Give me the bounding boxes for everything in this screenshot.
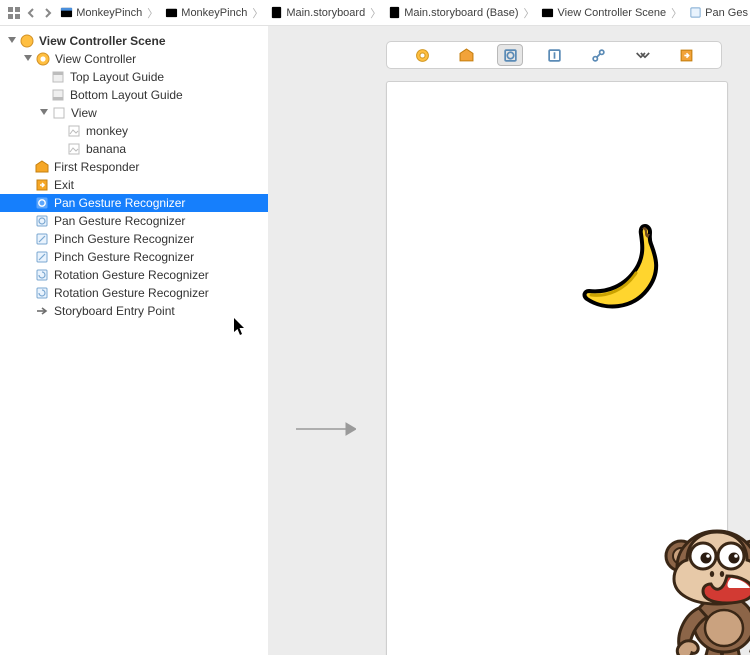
row-label: Rotation Gesture Recognizer [54, 266, 209, 284]
disclosure-triangle-icon[interactable] [38, 107, 50, 119]
disclosure-triangle-icon[interactable] [6, 35, 18, 47]
toolbar-tap-recognizer-icon[interactable] [541, 44, 567, 66]
pinch-recognizer-row[interactable]: Pinch Gesture Recognizer [0, 248, 268, 266]
pan-recognizer-icon [34, 195, 50, 211]
toolbar-view-controller-icon[interactable] [409, 44, 435, 66]
breadcrumb-label: MonkeyPinch [76, 7, 142, 19]
breadcrumb-scene[interactable]: View Controller Scene 〉 [539, 5, 687, 21]
project-icon [59, 6, 73, 20]
folder-icon [164, 6, 178, 20]
view-controller-icon [35, 51, 51, 67]
row-label: First Responder [54, 158, 139, 176]
pan-recognizer-icon [34, 213, 50, 229]
chevron-right-icon: 〉 [671, 5, 682, 21]
breadcrumb-label: Main.storyboard [286, 7, 365, 19]
image-view-monkey-row[interactable]: monkey [0, 122, 268, 140]
breadcrumb-folder[interactable]: MonkeyPinch 〉 [162, 5, 267, 21]
entry-point-row[interactable]: Storyboard Entry Point [0, 302, 268, 320]
chevron-right-icon: 〉 [370, 5, 381, 21]
banana-image[interactable] [572, 217, 672, 317]
rotation-recognizer-icon [34, 267, 50, 283]
scene-icon [541, 6, 555, 20]
top-guide-row[interactable]: Top Layout Guide [0, 68, 268, 86]
scene-icon [19, 33, 35, 49]
first-responder-row[interactable]: First Responder [0, 158, 268, 176]
row-label: Bottom Layout Guide [70, 86, 183, 104]
imageview-icon [66, 141, 82, 157]
nav-forward-icon[interactable] [40, 4, 55, 22]
scene-toolbar [386, 41, 722, 69]
bottom-guide-row[interactable]: Bottom Layout Guide [0, 86, 268, 104]
row-label: Pan Gesture Recognizer [54, 194, 185, 212]
file-icon [387, 6, 401, 20]
breadcrumb-label: Main.storyboard (Base) [404, 7, 518, 19]
view-controller-row[interactable]: View Controller [0, 50, 268, 68]
rotation-recognizer-row[interactable]: Rotation Gesture Recognizer [0, 266, 268, 284]
rotation-recognizer-icon [34, 285, 50, 301]
exit-row[interactable]: Exit [0, 176, 268, 194]
row-label: Pinch Gesture Recognizer [54, 230, 194, 248]
breadcrumb-label: View Controller Scene [558, 7, 667, 19]
toolbar-responder-icon[interactable] [453, 44, 479, 66]
nav-back-icon[interactable] [23, 4, 38, 22]
breadcrumb-bar: MonkeyPinch 〉 MonkeyPinch 〉 Main.storybo… [0, 0, 750, 26]
row-label: Pinch Gesture Recognizer [54, 248, 194, 266]
pan-recognizer-row[interactable]: Pan Gesture Recognizer [0, 194, 268, 212]
image-view-banana-row[interactable]: banana [0, 140, 268, 158]
pinch-recognizer-icon [34, 249, 50, 265]
first-responder-icon [34, 159, 50, 175]
toolbar-exit-icon[interactable] [673, 44, 699, 66]
row-label: View [71, 104, 97, 122]
document-outline[interactable]: View Controller Scene View Controller To… [0, 26, 268, 655]
breadcrumb-label: Pan Ges [705, 7, 748, 19]
chevron-right-icon: 〉 [252, 5, 263, 21]
row-label: Storyboard Entry Point [54, 302, 175, 320]
scene-label: View Controller Scene [39, 32, 166, 50]
storyboard-canvas[interactable] [268, 26, 750, 655]
scene-row[interactable]: View Controller Scene [0, 32, 268, 50]
exit-icon [34, 177, 50, 193]
view-icon [51, 105, 67, 121]
toolbar-segue-icon[interactable] [585, 44, 611, 66]
breadcrumb-label: MonkeyPinch [181, 7, 247, 19]
row-label: banana [86, 140, 126, 158]
row-label: Pan Gesture Recognizer [54, 212, 185, 230]
chevron-right-icon: 〉 [147, 5, 158, 21]
breadcrumb-recognizer[interactable]: Pan Ges [686, 6, 750, 20]
view-row[interactable]: View [0, 104, 268, 122]
breadcrumb-storyboard[interactable]: Main.storyboard 〉 [267, 5, 385, 21]
layout-guide-icon [50, 69, 66, 85]
row-label: monkey [86, 122, 128, 140]
related-items-icon[interactable] [6, 4, 21, 22]
row-label: Exit [54, 176, 74, 194]
monkey-image[interactable] [657, 512, 750, 655]
breadcrumb-storyboard-base[interactable]: Main.storyboard (Base) 〉 [385, 5, 538, 21]
breadcrumb-project[interactable]: MonkeyPinch 〉 [57, 5, 162, 21]
pinch-recognizer-row[interactable]: Pinch Gesture Recognizer [0, 230, 268, 248]
layout-guide-icon [50, 87, 66, 103]
disclosure-triangle-icon[interactable] [22, 53, 34, 65]
toolbar-pan-recognizer-icon[interactable] [497, 44, 523, 66]
imageview-icon [66, 123, 82, 139]
toolbar-more-icon[interactable] [629, 44, 655, 66]
entry-arrow-icon [296, 421, 356, 437]
vc-label: View Controller [55, 50, 136, 68]
file-icon [269, 6, 283, 20]
entry-arrow-icon [34, 303, 50, 319]
row-label: Top Layout Guide [70, 68, 164, 86]
pinch-recognizer-icon [34, 231, 50, 247]
pan-recognizer-row[interactable]: Pan Gesture Recognizer [0, 212, 268, 230]
row-label: Rotation Gesture Recognizer [54, 284, 209, 302]
cursor-icon [234, 318, 246, 336]
device-view[interactable] [386, 81, 728, 655]
recognizer-icon [688, 6, 702, 20]
rotation-recognizer-row[interactable]: Rotation Gesture Recognizer [0, 284, 268, 302]
chevron-right-icon: 〉 [524, 5, 535, 21]
